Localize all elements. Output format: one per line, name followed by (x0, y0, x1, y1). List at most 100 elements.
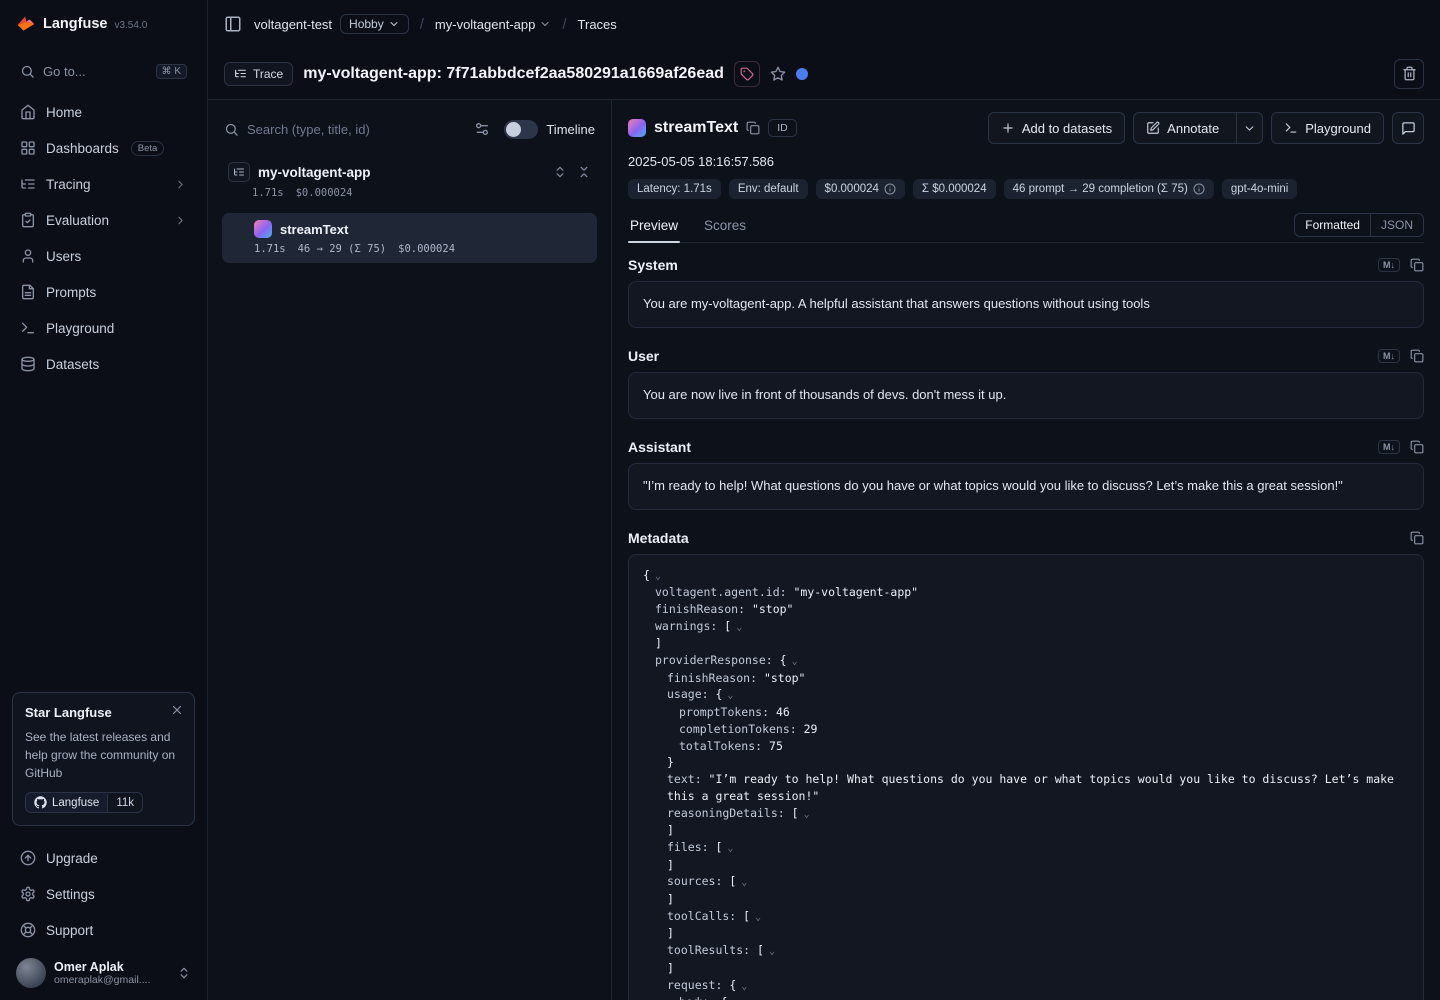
metadata-json: {⌄voltagent.agent.id: "my-voltagent-app"… (628, 554, 1424, 1000)
json-line: totalTokens: 75 (643, 738, 1409, 755)
comment-button[interactable] (1392, 112, 1424, 144)
copy-icon[interactable] (1410, 531, 1424, 545)
sidebar-item-label: Datasets (46, 357, 99, 372)
json-line: toolResults: [⌄ (643, 942, 1409, 960)
main-area: voltagent-test Hobby / my-voltagent-app … (208, 0, 1440, 1000)
app-name: Langfuse (43, 16, 107, 32)
database-icon (20, 356, 36, 372)
detail-header: streamText ID Add to datasets Annotate (628, 112, 1424, 144)
sidebar-item-datasets[interactable]: Datasets (12, 346, 195, 382)
annotate-dropdown-button[interactable] (1236, 113, 1262, 143)
collapse-all-icon[interactable] (577, 165, 591, 179)
section-user: User M↓ You are now live in front of tho… (628, 348, 1424, 419)
list-tree-icon (20, 176, 36, 192)
markdown-toggle-icon[interactable]: M↓ (1378, 258, 1400, 272)
app-logo[interactable]: Langfuse v3.54.0 (12, 0, 195, 48)
json-line: finishReason: "stop" (643, 670, 1409, 687)
observation-row-streamtext[interactable]: streamText 1.71s 46 → 29 (Σ 75) $0.00002… (222, 213, 597, 263)
annotate-label: Annotate (1167, 121, 1219, 136)
close-icon[interactable] (170, 703, 184, 717)
add-to-datasets-button[interactable]: Add to datasets (988, 112, 1125, 144)
sidebar-item-upgrade[interactable]: Upgrade (12, 840, 195, 876)
user-menu[interactable]: Omer Aplak omeraplak@gmail.... (12, 948, 195, 1000)
markdown-toggle-icon[interactable]: M↓ (1378, 440, 1400, 454)
goto-button[interactable]: Go to... ⌘ K (12, 54, 195, 88)
plan-badge[interactable]: Hobby (340, 14, 409, 34)
content-area: Timeline my-voltagent-app 1.71s $0.00002… (208, 100, 1440, 1000)
star-count-badge: 11k (107, 794, 142, 812)
breadcrumb-project[interactable]: my-voltagent-app (435, 17, 551, 32)
playground-button[interactable]: Playground (1271, 112, 1384, 144)
annotate-button[interactable]: Annotate (1133, 112, 1263, 144)
tree-search-input[interactable] (247, 122, 466, 137)
expand-all-icon[interactable] (553, 165, 567, 179)
sidebar-item-label: Upgrade (46, 851, 98, 866)
root-cost: $0.000024 (296, 187, 353, 199)
sidebar-item-playground[interactable]: Playground (12, 310, 195, 346)
app-version: v3.54.0 (114, 20, 147, 31)
sidebar-item-settings[interactable]: Settings (12, 876, 195, 912)
collapse-toggle-icon[interactable]: ⌄ (741, 877, 747, 888)
file-text-icon (20, 284, 36, 300)
sidebar: Langfuse v3.54.0 Go to... ⌘ K HomeDashbo… (0, 0, 208, 1000)
sidebar-item-tracing[interactable]: Tracing (12, 166, 195, 202)
trace-type-label: Trace (253, 67, 283, 81)
json-line: warnings: [⌄ (643, 618, 1409, 636)
bookmark-star-icon[interactable] (770, 66, 786, 82)
json-line: ] (643, 635, 1409, 652)
markdown-toggle-icon[interactable]: M↓ (1378, 349, 1400, 363)
tab-preview[interactable]: Preview (628, 211, 680, 242)
sidebar-item-evaluation[interactable]: Evaluation (12, 202, 195, 238)
collapse-toggle-icon[interactable]: ⌄ (741, 981, 747, 992)
format-formatted[interactable]: Formatted (1295, 214, 1370, 236)
copy-icon[interactable] (1410, 349, 1424, 363)
sidebar-toggle-icon[interactable] (224, 15, 242, 33)
tag-button[interactable] (734, 61, 760, 87)
collapse-toggle-icon[interactable]: ⌄ (655, 571, 661, 582)
sidebar-item-home[interactable]: Home (12, 94, 195, 130)
chevron-down-icon (388, 18, 400, 30)
section-label: Metadata (628, 530, 689, 546)
id-chip[interactable]: ID (768, 119, 797, 137)
badge-text: $0.000024 (825, 183, 879, 195)
copy-name-icon[interactable] (746, 121, 760, 135)
collapse-toggle-icon[interactable]: ⌄ (727, 690, 733, 701)
collapse-toggle-icon[interactable]: ⌄ (727, 843, 733, 854)
sidebar-item-dashboards[interactable]: DashboardsBeta (12, 130, 195, 166)
badge-text: Σ $0.000024 (922, 183, 987, 195)
playground-label: Playground (1305, 121, 1371, 136)
collapse-toggle-icon[interactable]: ⌄ (769, 946, 775, 957)
sidebar-item-prompts[interactable]: Prompts (12, 274, 195, 310)
sidebar-item-support[interactable]: Support (12, 912, 195, 948)
detail-scroll-area[interactable]: System M↓ You are my-voltagent-app. A he… (628, 243, 1424, 1000)
pencil-icon (1146, 121, 1160, 135)
collapse-toggle-icon[interactable]: ⌄ (755, 912, 761, 923)
breadcrumb-org[interactable]: voltagent-test (254, 17, 332, 32)
format-json[interactable]: JSON (1370, 214, 1423, 236)
star-card-body: See the latest releases and help grow th… (25, 728, 182, 782)
filter-icon[interactable] (474, 121, 490, 137)
tab-scores[interactable]: Scores (702, 211, 748, 242)
timeline-toggle[interactable] (504, 120, 538, 139)
collapse-toggle-icon[interactable]: ⌄ (804, 809, 810, 820)
trace-tree-panel: Timeline my-voltagent-app 1.71s $0.00002… (208, 100, 612, 1000)
sidebar-item-users[interactable]: Users (12, 238, 195, 274)
github-star-button[interactable]: Langfuse 11k (25, 792, 143, 813)
sidebar-item-label: Prompts (46, 285, 96, 300)
trace-root-row[interactable]: my-voltagent-app (222, 162, 597, 182)
trace-root-metrics: 1.71s $0.000024 (222, 182, 597, 199)
annotation-indicator-dot[interactable] (796, 68, 808, 80)
json-line: body: {⌄ (643, 994, 1409, 1000)
collapse-toggle-icon[interactable]: ⌄ (792, 656, 798, 667)
copy-icon[interactable] (1410, 258, 1424, 272)
json-line: text: "I’m ready to help! What questions… (643, 771, 1409, 805)
sidebar-bottom: Star Langfuse See the latest releases an… (12, 692, 195, 1000)
copy-icon[interactable] (1410, 440, 1424, 454)
delete-trace-button[interactable] (1394, 59, 1424, 89)
json-line: ] (643, 891, 1409, 908)
collapse-toggle-icon[interactable]: ⌄ (736, 622, 742, 633)
observation-cost: $0.000024 (398, 243, 455, 255)
breadcrumb-page[interactable]: Traces (578, 17, 617, 32)
observation-tokens: 46 → 29 (Σ 75) (298, 243, 387, 255)
metric-badge: Σ $0.000024 (913, 179, 996, 199)
